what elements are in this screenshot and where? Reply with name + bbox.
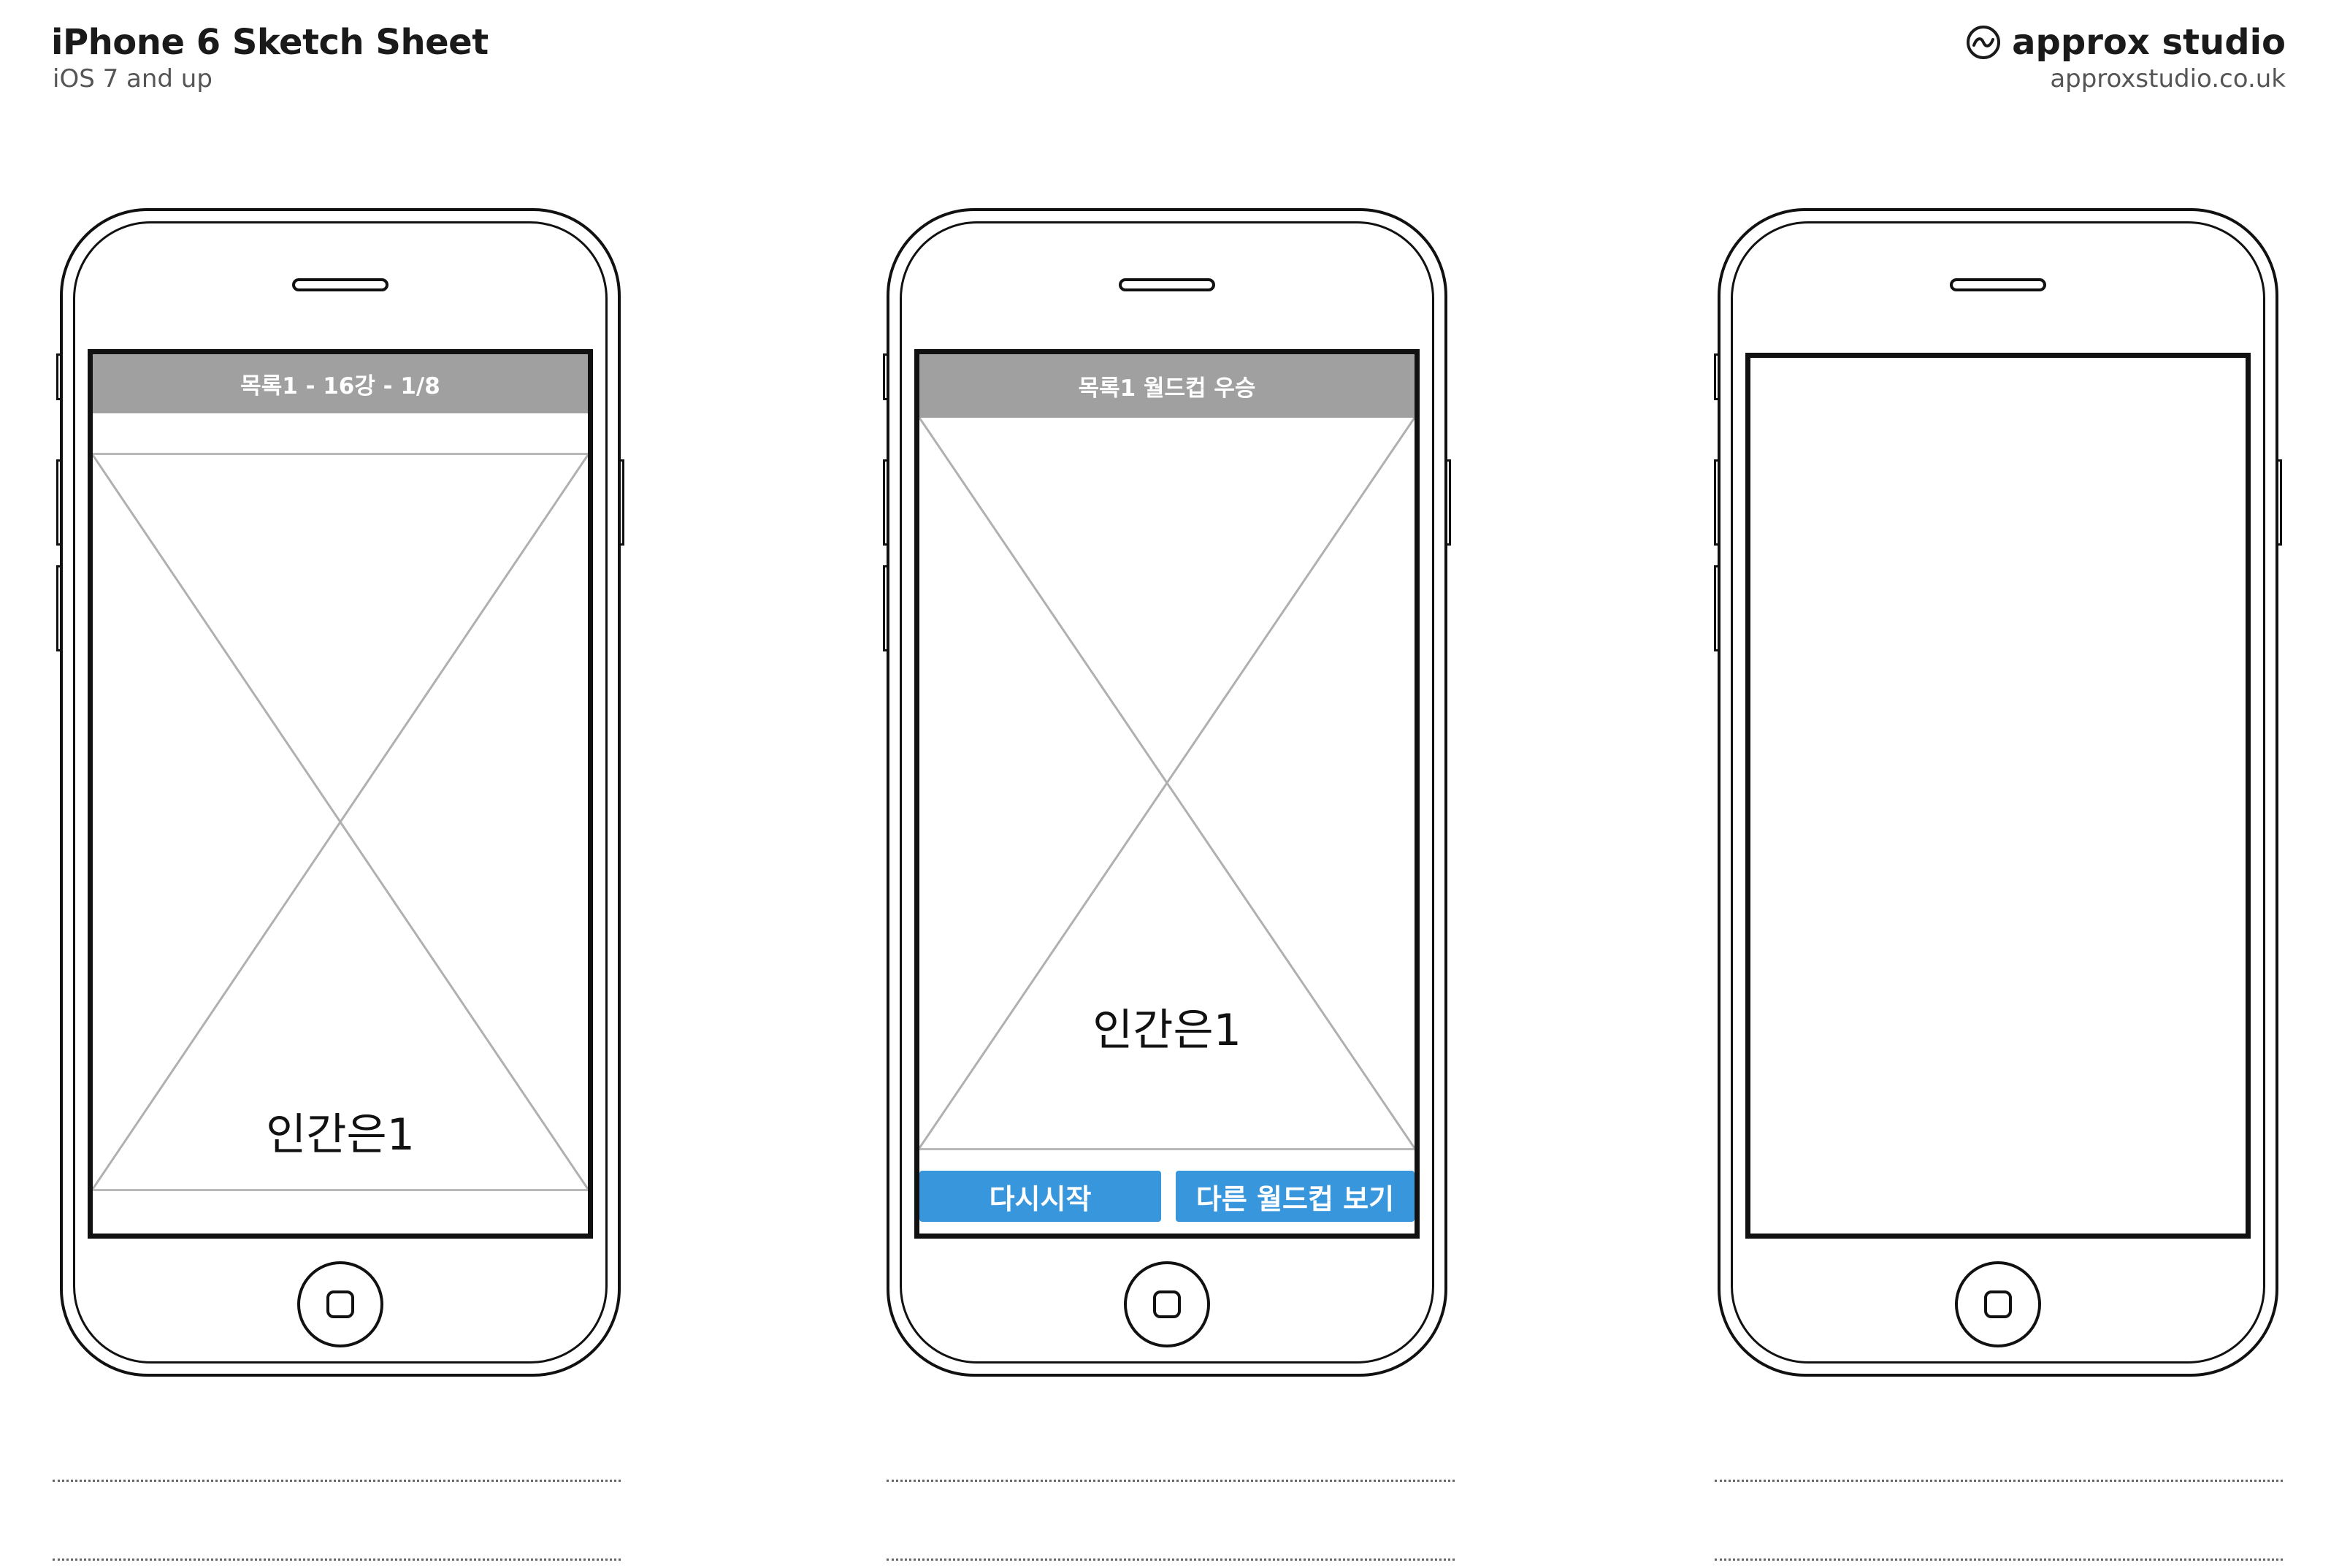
volume-up-button xyxy=(883,459,889,546)
power-button xyxy=(619,459,624,546)
note-line xyxy=(53,1480,621,1482)
divider-bottom xyxy=(93,1189,588,1191)
nav-bar: 목록1 - 16강 - 1/8 xyxy=(93,354,588,413)
volume-down-button xyxy=(1714,565,1720,651)
volume-down-button xyxy=(883,565,889,651)
home-button[interactable] xyxy=(1955,1261,2041,1347)
screen: 목록1 - 16강 - 1/8 인간은1 xyxy=(88,349,593,1239)
screen: 목록1 월드컵 우승 인간은1 다시시작 다른 월드컵 보기 xyxy=(914,349,1420,1239)
phone-frame-3 xyxy=(1714,208,2282,1377)
brand-url[interactable]: approxstudio.co.uk xyxy=(2050,64,2286,93)
wave-circle-icon xyxy=(1967,26,2001,59)
volume-down-button xyxy=(56,565,62,651)
power-button xyxy=(1445,459,1451,546)
nav-bar: 목록1 월드컵 우승 xyxy=(919,354,1415,418)
phone-frame-2: 목록1 월드컵 우승 인간은1 다시시작 다른 월드컵 보기 xyxy=(883,208,1451,1377)
screen-blank xyxy=(1745,353,2251,1239)
home-button[interactable] xyxy=(297,1261,383,1347)
sheet-subtitle: iOS 7 and up xyxy=(53,64,213,93)
brand-name: approx studio xyxy=(2012,22,2286,63)
volume-up-button xyxy=(1714,459,1720,546)
sheet-title: iPhone 6 Sketch Sheet xyxy=(51,22,489,63)
mute-switch xyxy=(56,353,62,400)
note-line xyxy=(887,1559,1455,1561)
power-button xyxy=(2276,459,2282,546)
other-worldcup-button[interactable]: 다른 월드컵 보기 xyxy=(1176,1171,1415,1222)
note-line xyxy=(53,1559,621,1561)
speaker-grille xyxy=(1119,278,1215,291)
note-line xyxy=(887,1480,1455,1482)
home-square-icon xyxy=(1153,1290,1181,1318)
brand[interactable]: approx studio xyxy=(1965,22,2286,63)
mute-switch xyxy=(1714,353,1720,400)
home-button[interactable] xyxy=(1124,1261,1210,1347)
note-line xyxy=(1715,1480,2283,1482)
speaker-grille xyxy=(1950,278,2046,291)
divider-bottom xyxy=(919,1148,1415,1150)
mute-switch xyxy=(883,353,889,400)
phone-frame-1: 목록1 - 16강 - 1/8 인간은1 xyxy=(56,208,624,1377)
item-caption: 인간은1 xyxy=(1092,1005,1241,1056)
item-caption: 인간은1 xyxy=(266,1109,415,1160)
speaker-grille xyxy=(292,278,388,291)
restart-button[interactable]: 다시시작 xyxy=(919,1171,1161,1222)
home-square-icon xyxy=(326,1290,354,1318)
note-line xyxy=(1715,1559,2283,1561)
home-square-icon xyxy=(1984,1290,2012,1318)
volume-up-button xyxy=(56,459,62,546)
image-placeholder-icon[interactable] xyxy=(93,455,588,1189)
